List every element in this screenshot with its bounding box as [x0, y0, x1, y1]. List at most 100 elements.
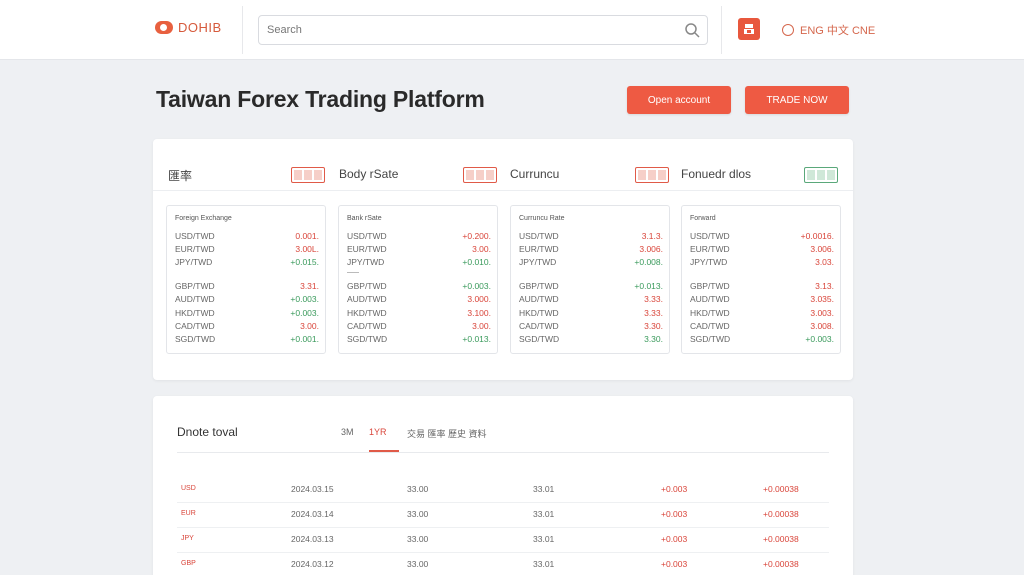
language-label: ENG 中文 CNE — [800, 25, 876, 37]
tab-1yr[interactable]: 1YR — [369, 427, 387, 437]
logo[interactable]: DOHIB — [155, 20, 222, 35]
rate-value: 3.33. — [644, 294, 663, 304]
rate-row[interactable]: CAD/TWD 3.008. — [690, 321, 834, 333]
pair-label: AUD/TWD — [347, 294, 387, 304]
rate-value: 3.00L. — [295, 244, 319, 254]
search-icon[interactable] — [683, 21, 701, 39]
rate-row[interactable]: USD/TWD 0.001. — [175, 231, 319, 243]
rate-row[interactable]: USD/TWD 3.1.3. — [519, 231, 663, 243]
tab-3m[interactable]: 3M — [341, 427, 354, 437]
pair-label: CAD/TWD — [690, 321, 730, 331]
history-title: Dnote toval — [177, 425, 238, 439]
rate-row[interactable]: SGD/TWD +0.013. — [347, 334, 491, 346]
rate-row[interactable]: CAD/TWD 3.00. — [347, 321, 491, 333]
change-cell: +0.003 — [661, 559, 688, 569]
pair-label: CAD/TWD — [519, 321, 559, 331]
buy-cell: 33.00 — [407, 509, 429, 519]
rate-value: +0.001. — [290, 334, 319, 344]
divider — [347, 272, 359, 273]
rate-row[interactable]: JPY/TWD 3.03. — [690, 257, 834, 269]
rate-row[interactable]: HKD/TWD +0.003. — [175, 308, 319, 320]
rate-row[interactable]: CAD/TWD 3.30. — [519, 321, 663, 333]
rate-row[interactable]: EUR/TWD 3.006. — [690, 244, 834, 256]
change-cell: +0.003 — [661, 484, 688, 494]
rates-card: 匯率 Body rSate Curruncu Fonuedr dlos Fore… — [153, 139, 853, 380]
logo-icon — [155, 21, 173, 34]
rate-value: 3.008. — [810, 321, 834, 331]
date-cell: 2024.03.14 — [291, 509, 334, 519]
pair-label: JPY/TWD — [175, 257, 213, 267]
rate-row[interactable]: SGD/TWD +0.003. — [690, 334, 834, 346]
open-account-button[interactable]: Open account — [627, 86, 731, 114]
pair-label: HKD/TWD — [347, 308, 387, 318]
table-row[interactable]: USD 2024.03.15 33.00 33.01 +0.003 +0.000… — [177, 478, 829, 503]
sell-cell: 33.01 — [533, 559, 555, 569]
rate-row[interactable]: AUD/TWD 3.33. — [519, 294, 663, 306]
pair-label: GBP/TWD — [347, 281, 387, 291]
rate-value: +0.013. — [462, 334, 491, 344]
rate-row[interactable]: JPY/TWD +0.010. — [347, 257, 491, 269]
rate-value: +0.010. — [462, 257, 491, 267]
trade-now-button[interactable]: TRADE NOW — [745, 86, 849, 114]
pair-label: SGD/TWD — [347, 334, 388, 344]
rate-row[interactable]: AUD/TWD 3.035. — [690, 294, 834, 306]
rate-panel: Bank rSate USD/TWD +0.200. EUR/TWD 3.00. J… — [338, 205, 498, 354]
tab-bank-rate[interactable]: Body rSate — [339, 167, 398, 181]
divider — [721, 6, 722, 54]
rate-value: 3.1.3. — [641, 231, 663, 241]
rate-row[interactable]: JPY/TWD +0.008. — [519, 257, 663, 269]
pair-label: EUR/TWD — [175, 244, 215, 254]
table-row[interactable]: JPY 2024.03.13 33.00 33.01 +0.003 +0.000… — [177, 528, 829, 553]
flag-icon — [463, 167, 497, 183]
account-button[interactable] — [738, 18, 760, 40]
rate-row[interactable]: CAD/TWD 3.00. — [175, 321, 319, 333]
pair-label: GBP/TWD — [519, 281, 559, 291]
rate-panel: Forward USD/TWD +0.0016. EUR/TWD 3.006. JP… — [681, 205, 841, 354]
pair-label: USD/TWD — [690, 231, 730, 241]
rate-row[interactable]: GBP/TWD +0.013. — [519, 281, 663, 293]
tab-forward[interactable]: Fonuedr dlos — [681, 167, 751, 181]
rate-row[interactable]: EUR/TWD 3.006. — [519, 244, 663, 256]
rate-row[interactable]: USD/TWD +0.0016. — [690, 231, 834, 243]
date-cell: 2024.03.15 — [291, 484, 334, 494]
rate-row[interactable]: HKD/TWD 3.33. — [519, 308, 663, 320]
rate-row[interactable]: HKD/TWD 3.003. — [690, 308, 834, 320]
table-row[interactable]: EUR 2024.03.14 33.00 33.01 +0.003 +0.000… — [177, 503, 829, 528]
pair-label: EUR/TWD — [347, 244, 387, 254]
tab-rates[interactable]: 匯率 — [168, 167, 192, 184]
rate-row[interactable]: GBP/TWD 3.31. — [175, 281, 319, 293]
tab-currency[interactable]: Curruncu — [510, 167, 559, 181]
table-row[interactable]: GBP 2024.03.12 33.00 33.01 +0.003 +0.000… — [177, 553, 829, 575]
pair-label: EUR/TWD — [519, 244, 559, 254]
pair-label: GBP/TWD — [175, 281, 215, 291]
rate-row[interactable]: SGD/TWD 3.30. — [519, 334, 663, 346]
sell-cell: 33.01 — [533, 484, 555, 494]
panel-title: Bank rSate — [347, 215, 382, 222]
rate-row[interactable]: AUD/TWD +0.003. — [175, 294, 319, 306]
rate-row[interactable]: EUR/TWD 3.00L. — [175, 244, 319, 256]
pair-label: USD/TWD — [175, 231, 215, 241]
divider — [242, 6, 243, 54]
rate-row[interactable]: GBP/TWD 3.13. — [690, 281, 834, 293]
rate-row[interactable]: HKD/TWD 3.100. — [347, 308, 491, 320]
rate-row[interactable]: USD/TWD +0.200. — [347, 231, 491, 243]
search-input[interactable] — [267, 21, 667, 39]
rate-row[interactable]: SGD/TWD +0.001. — [175, 334, 319, 346]
search-box[interactable] — [258, 15, 708, 45]
rate-row[interactable]: EUR/TWD 3.00. — [347, 244, 491, 256]
pair-label: CAD/TWD — [175, 321, 215, 331]
rate-row[interactable]: AUD/TWD 3.000. — [347, 294, 491, 306]
rate-row[interactable]: JPY/TWD +0.015. — [175, 257, 319, 269]
rate-row[interactable]: GBP/TWD +0.003. — [347, 281, 491, 293]
language-selector[interactable]: ENG 中文 CNE — [782, 22, 875, 38]
rate-value: 3.006. — [639, 244, 663, 254]
pair-label: SGD/TWD — [519, 334, 560, 344]
flag-icon — [291, 167, 325, 183]
currency-cell: JPY — [181, 535, 194, 542]
pair-label: USD/TWD — [519, 231, 559, 241]
buy-cell: 33.00 — [407, 534, 429, 544]
globe-icon — [782, 24, 794, 36]
tab-history-data[interactable]: 交易 匯率 歷史 資料 — [407, 427, 487, 440]
rate-value: 3.003. — [810, 308, 834, 318]
rate-panel: Foreign Exchange USD/TWD 0.001. EUR/TWD 3.… — [166, 205, 326, 354]
